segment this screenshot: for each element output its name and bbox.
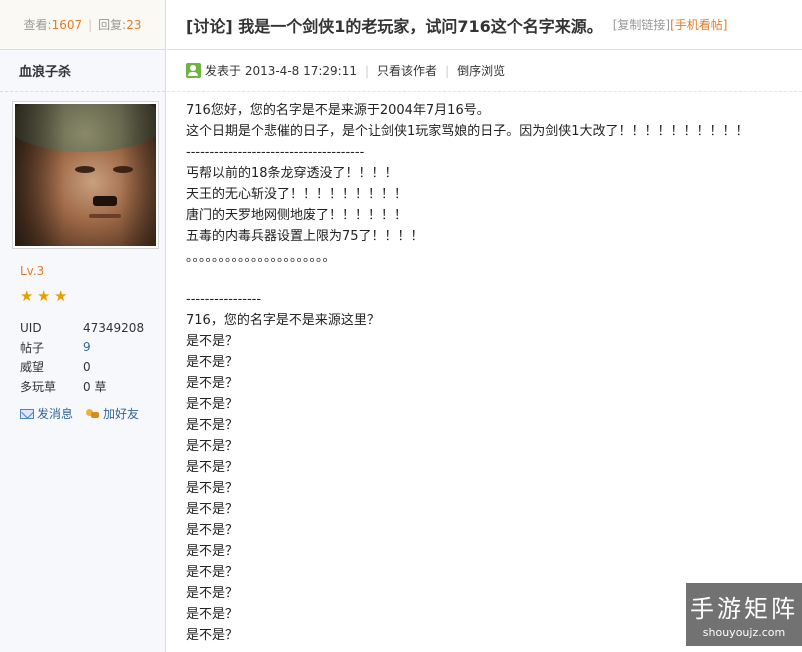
meta-divider: | [445,63,450,78]
add-friend-button[interactable]: 加好友 [85,405,139,422]
author-only-link[interactable]: 只看该作者 [377,62,437,79]
views-label: 查看: [23,18,52,32]
author-username[interactable]: 血浪子杀 [19,61,71,80]
post-content: 716您好，您的名字是不是来源于2004年7月16号。这个日期是个悲催的日子，是… [167,92,802,646]
content-line [186,268,802,289]
content-line: 天王的无心斩没了！！！！！！！！！ [186,187,408,202]
content-line: 唐门的天罗地网侧地废了！！！！！！ [186,208,408,223]
add-friend-icon [85,408,100,420]
replies-count: 23 [126,17,142,32]
stats-divider: | [88,17,93,32]
rank-stars: ★ ★ ★ [20,289,69,304]
content-line: 这个日期是个悲催的日子，是个让剑侠1玩家骂娘的日子。因为剑侠1大改了！！！！！！… [186,124,749,139]
content-line: 是不是？ [186,355,239,370]
posts-count-link[interactable]: 9 [83,340,91,354]
author-actions: 发消息 加好友 [20,405,139,422]
send-message-label[interactable]: 发消息 [37,405,73,422]
content-line: 是不是？ [186,481,239,496]
meta-divider: | [365,63,370,78]
content-line: 是不是？ [186,565,239,580]
info-key: 多玩草 [20,379,57,394]
avatar-shading [15,104,156,246]
add-friend-label[interactable]: 加好友 [103,405,139,422]
content-line: 是不是？ [186,418,239,433]
info-key: 威望 [20,360,45,375]
info-row-grass: 多玩草 0 草 [20,377,144,397]
content-line: 是不是？ [186,460,239,475]
info-value: 0 [83,359,91,374]
user-level: Lv.3 [20,264,45,278]
replies-label: 回复: [98,18,127,32]
content-line: 是不是？ [186,544,239,559]
watermark-url: shouyoujz.com [702,626,786,639]
content-line: 716，您的名字是不是来源这里？ [186,313,380,328]
post-time: 发表于 2013-4-8 17:29:11 [205,64,357,78]
info-value: 0 草 [83,379,107,394]
content-line: 是不是？ [186,523,239,538]
info-row-posts: 帖子 9 [20,338,144,358]
content-line: 716您好，您的名字是不是来源于2004年7月16号。 [186,103,490,118]
thread-header: [讨论] 我是一个剑侠1的老玩家，试问716这个名字来源。 [复制链接] [手机… [167,0,802,50]
send-message-button[interactable]: 发消息 [20,405,73,422]
content-line: 。。。。。。。。。。。。。。。。。。。。。。 [186,250,336,265]
info-key: UID [20,320,42,335]
post-meta: 发表于 2013-4-8 17:29:11 | 只看该作者 | 倒序浏览 [167,50,802,92]
info-row-prestige: 威望 0 [20,357,144,377]
thread-stats: 查看: 1607 | 回复: 23 [0,0,165,50]
copy-link-button[interactable]: [复制链接] [613,16,670,33]
content-line: 是不是？ [186,502,239,517]
avatar-image[interactable] [15,104,156,246]
content-line: 丐帮以前的18条龙穿透没了！！！！ [186,166,398,181]
avatar[interactable] [12,101,159,249]
post-main: [讨论] 我是一个剑侠1的老玩家，试问716这个名字来源。 [复制链接] [手机… [167,0,802,652]
content-line: 是不是？ [186,376,239,391]
site-watermark: 手游矩阵 shouyoujz.com [686,583,802,646]
reverse-order-link[interactable]: 倒序浏览 [457,62,505,79]
thread-title: [讨论] 我是一个剑侠1的老玩家，试问716这个名字来源。 [186,16,603,36]
content-line: -------------------------------------- [186,145,365,160]
views-count: 1607 [51,17,83,32]
mail-icon [20,408,34,419]
author-info: UID 47349208 帖子 9 威望 0 多玩草 0 草 [20,318,144,396]
content-line: ---------------- [186,292,262,307]
content-line: 五毒的内毒兵器设置上限为75了！！！！ [186,229,424,244]
mobile-view-link[interactable]: [手机看帖] [670,16,727,33]
star-icon: ★ [20,287,34,305]
content-line: 是不是？ [186,397,239,412]
star-icon: ★ [54,287,68,305]
online-user-icon [186,63,201,78]
watermark-logo: 手游矩阵 [690,595,798,623]
content-line: 是不是？ [186,439,239,454]
info-value: 47349208 [83,320,145,335]
content-line: 是不是？ [186,334,239,349]
author-name[interactable]: 血浪子杀 [0,50,165,92]
star-icon: ★ [37,287,51,305]
info-key: 帖子 [20,340,45,355]
info-row-uid: UID 47349208 [20,318,144,338]
